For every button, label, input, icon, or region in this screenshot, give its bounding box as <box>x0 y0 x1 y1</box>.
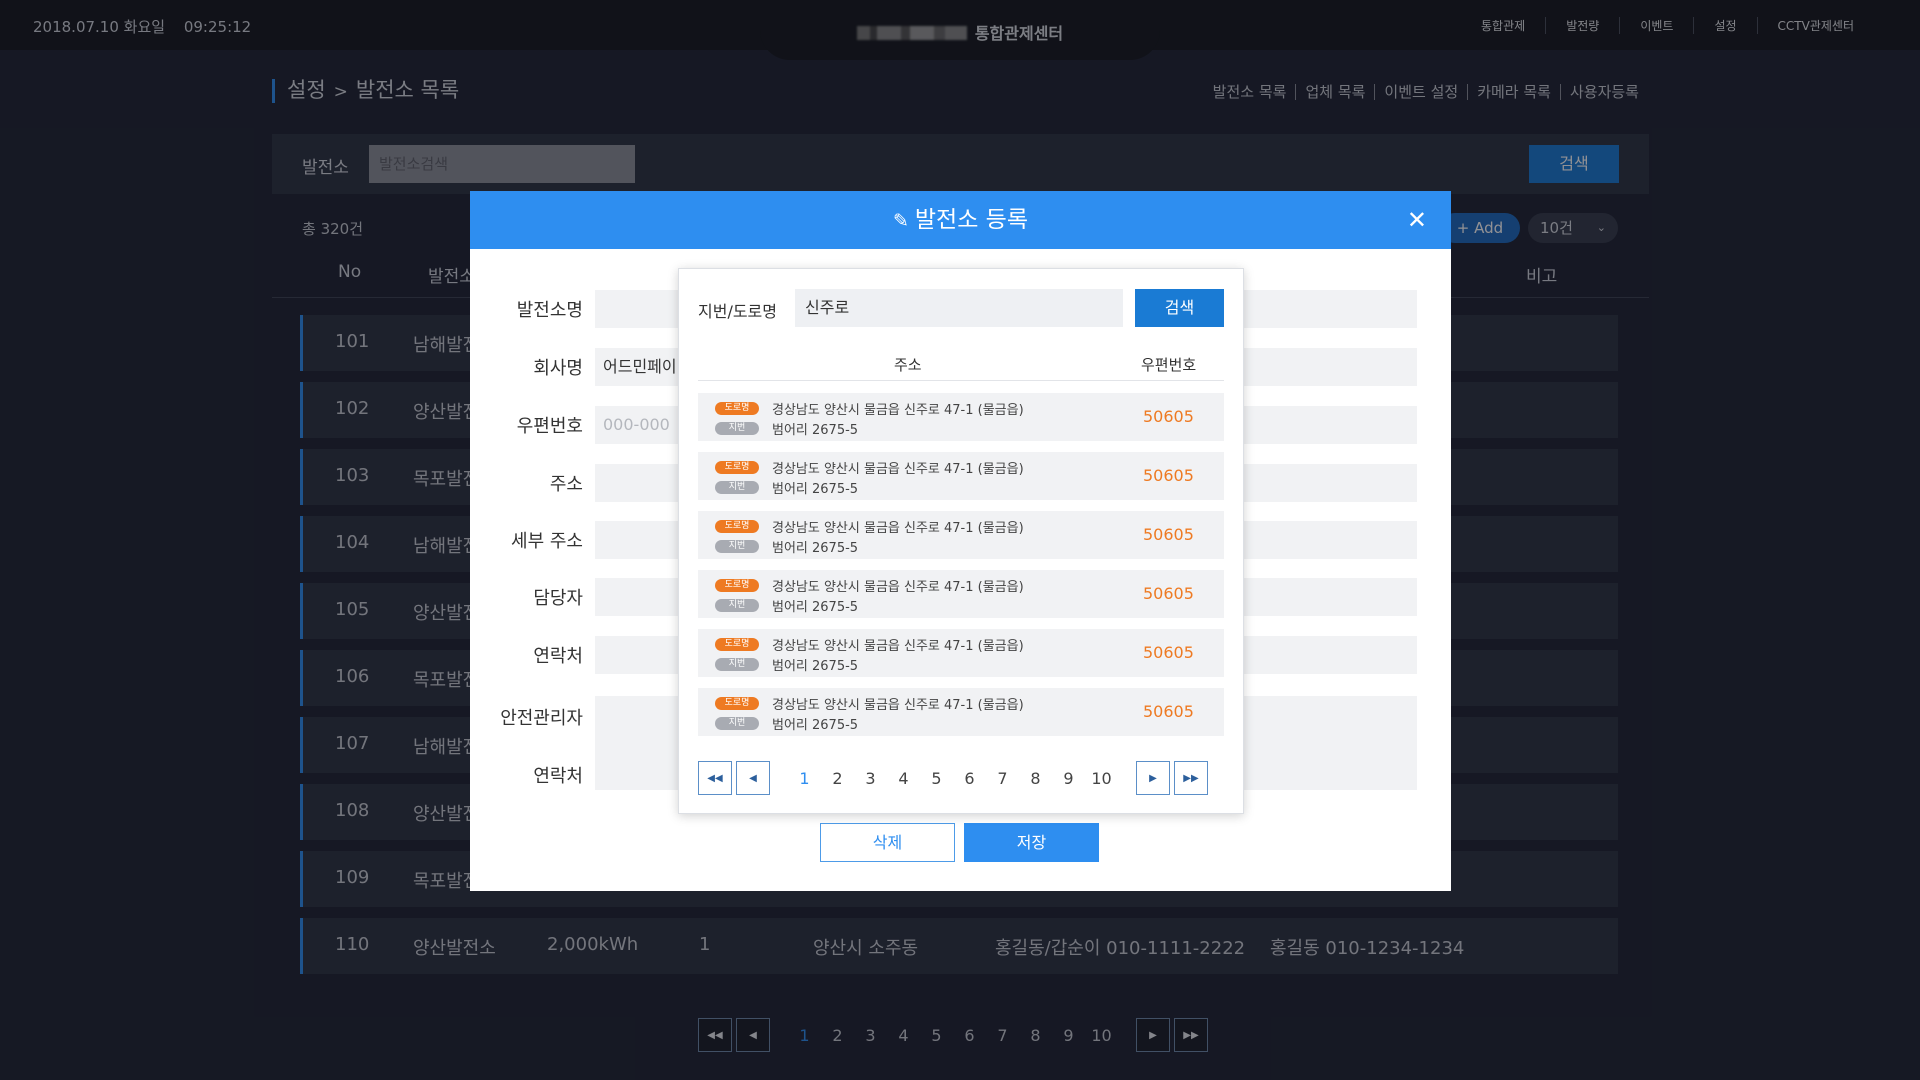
field-label-manager: 담당자 <box>533 588 583 609</box>
first-page-icon[interactable]: ◀◀ <box>698 761 732 795</box>
road-tag: 도로명 <box>715 402 759 415</box>
close-icon[interactable]: ✕ <box>1407 191 1427 249</box>
prev-page-icon[interactable]: ◀ <box>736 761 770 795</box>
address-result-item[interactable]: 도로명 경상남도 양산시 물금읍 신주로 47-1 (물금읍) 지번 범어리 2… <box>698 452 1224 500</box>
road-address: 경상남도 양산시 물금읍 신주로 47-1 (물금읍) <box>772 698 1024 713</box>
address-result-item[interactable]: 도로명 경상남도 양산시 물금읍 신주로 47-1 (물금읍) 지번 범어리 2… <box>698 688 1224 736</box>
address-pagination: ◀◀ ◀ 1 2 3 4 5 6 7 8 9 10 ▶ ▶▶ <box>698 761 1212 795</box>
road-tag: 도로명 <box>715 697 759 710</box>
field-label-address-detail: 세부 주소 <box>511 531 583 552</box>
page-number[interactable]: 7 <box>986 769 1019 788</box>
road-tag: 도로명 <box>715 638 759 651</box>
field-label-address: 주소 <box>549 474 583 495</box>
lot-tag: 지번 <box>715 481 759 494</box>
result-zipcode: 50605 <box>1143 525 1194 544</box>
page-number[interactable]: 2 <box>821 769 854 788</box>
lot-tag: 지번 <box>715 540 759 553</box>
lot-address: 범어리 2675-5 <box>772 423 859 438</box>
page-number[interactable]: 4 <box>887 769 920 788</box>
road-address: 경상남도 양산시 물금읍 신주로 47-1 (물금읍) <box>772 403 1024 418</box>
field-label-contact: 연락처 <box>533 646 583 667</box>
address-result-item[interactable]: 도로명 경상남도 양산시 물금읍 신주로 47-1 (물금읍) 지번 범어리 2… <box>698 511 1224 559</box>
lot-address: 범어리 2675-5 <box>772 482 859 497</box>
modal-header: ✎ 발전소 등록 ✕ <box>470 191 1451 249</box>
address-result-item[interactable]: 도로명 경상남도 양산시 물금읍 신주로 47-1 (물금읍) 지번 범어리 2… <box>698 393 1224 441</box>
road-address: 경상남도 양산시 물금읍 신주로 47-1 (물금읍) <box>772 639 1024 654</box>
next-page-icon[interactable]: ▶ <box>1136 761 1170 795</box>
page-number[interactable]: 9 <box>1052 769 1085 788</box>
road-address: 경상남도 양산시 물금읍 신주로 47-1 (물금읍) <box>772 580 1024 595</box>
result-zipcode: 50605 <box>1143 407 1194 426</box>
result-zipcode: 50605 <box>1143 643 1194 662</box>
lot-address: 범어리 2675-5 <box>772 659 859 674</box>
page-number[interactable]: 5 <box>920 769 953 788</box>
edit-icon: ✎ <box>892 210 909 232</box>
lot-address: 범어리 2675-5 <box>772 541 859 556</box>
result-zipcode: 50605 <box>1143 584 1194 603</box>
road-tag: 도로명 <box>715 520 759 533</box>
field-label-zipcode: 우편번호 <box>516 416 583 437</box>
page-number[interactable]: 3 <box>854 769 887 788</box>
road-address: 경상남도 양산시 물금읍 신주로 47-1 (물금읍) <box>772 462 1024 477</box>
col-address: 주소 <box>894 356 922 374</box>
field-label-safety-manager: 안전관리자 <box>500 708 583 729</box>
address-result-item[interactable]: 도로명 경상남도 양산시 물금읍 신주로 47-1 (물금읍) 지번 범어리 2… <box>698 570 1224 618</box>
address-search-input[interactable]: 신주로 <box>795 289 1123 327</box>
page-number[interactable]: 1 <box>788 769 821 788</box>
lot-tag: 지번 <box>715 599 759 612</box>
address-search-popup: 지번/도로명 신주로 검색 주소 우편번호 도로명 경상남도 양산시 물금읍 신… <box>678 268 1244 814</box>
delete-button[interactable]: 삭제 <box>820 823 955 862</box>
save-button[interactable]: 저장 <box>964 823 1099 862</box>
road-tag: 도로명 <box>715 461 759 474</box>
modal-title: 발전소 등록 <box>914 207 1029 233</box>
result-zipcode: 50605 <box>1143 702 1194 721</box>
road-tag: 도로명 <box>715 579 759 592</box>
field-label-plant-name: 발전소명 <box>516 300 583 321</box>
lot-tag: 지번 <box>715 422 759 435</box>
page-number[interactable]: 6 <box>953 769 986 788</box>
lot-tag: 지번 <box>715 717 759 730</box>
page-number[interactable]: 8 <box>1019 769 1052 788</box>
lot-tag: 지번 <box>715 658 759 671</box>
address-result-header: 주소 우편번호 <box>698 347 1224 381</box>
lot-address: 범어리 2675-5 <box>772 718 859 733</box>
address-result-item[interactable]: 도로명 경상남도 양산시 물금읍 신주로 47-1 (물금읍) 지번 범어리 2… <box>698 629 1224 677</box>
field-label-company: 회사명 <box>533 358 583 379</box>
col-zipcode: 우편번호 <box>1141 356 1197 374</box>
result-zipcode: 50605 <box>1143 466 1194 485</box>
field-label-safety-contact: 연락처 <box>533 766 583 787</box>
lot-address: 범어리 2675-5 <box>772 600 859 615</box>
last-page-icon[interactable]: ▶▶ <box>1174 761 1208 795</box>
page-number[interactable]: 10 <box>1085 769 1118 788</box>
address-search-label: 지번/도로명 <box>698 302 777 321</box>
address-search-button[interactable]: 검색 <box>1135 289 1224 327</box>
road-address: 경상남도 양산시 물금읍 신주로 47-1 (물금읍) <box>772 521 1024 536</box>
